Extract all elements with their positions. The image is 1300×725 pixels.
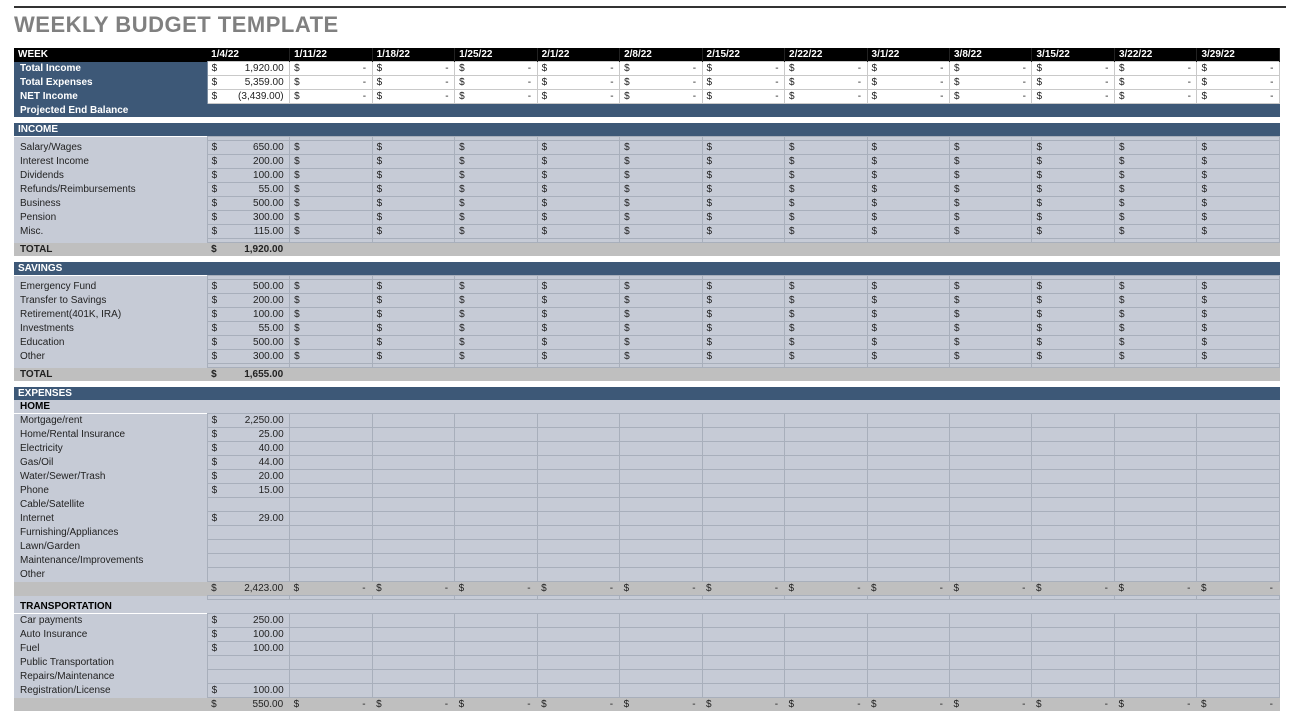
page-title: WEEKLY BUDGET TEMPLATE	[14, 6, 1286, 38]
budget-table: WEEK1/4/221/11/221/18/221/25/222/1/222/8…	[14, 48, 1280, 711]
